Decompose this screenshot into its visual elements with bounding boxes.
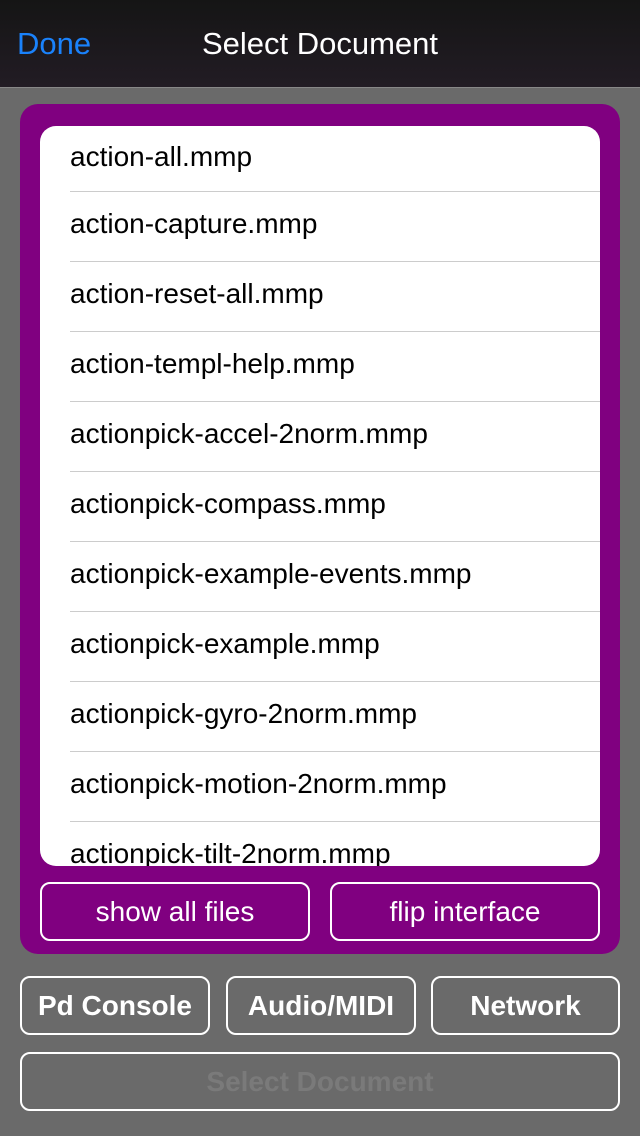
file-name: actionpick-gyro-2norm.mmp [70,698,417,729]
file-name: action-all.mmp [70,141,253,172]
file-name: actionpick-tilt-2norm.mmp [70,838,391,866]
list-item[interactable]: actionpick-tilt-2norm.mmp [40,822,600,866]
page-title: Select Document [201,26,439,61]
list-item[interactable]: actionpick-compass.mmp [40,472,600,542]
list-item[interactable]: actionpick-example-events.mmp [40,542,600,612]
file-list[interactable]: action-all.mmp action-capture.mmp action… [40,126,600,866]
show-all-files-button[interactable]: show all files [40,882,310,941]
list-item[interactable]: action-all.mmp [40,126,600,192]
list-item[interactable]: actionpick-example.mmp [40,612,600,682]
audio-midi-button[interactable]: Audio/MIDI [226,976,416,1035]
file-name: action-capture.mmp [70,208,318,239]
list-item[interactable]: actionpick-motion-2norm.mmp [40,752,600,822]
select-document-button[interactable]: Select Document [20,1052,620,1111]
file-name: actionpick-example-events.mmp [70,558,472,589]
flip-interface-button[interactable]: flip interface [330,882,600,941]
file-name: action-reset-all.mmp [70,278,324,309]
file-name: actionpick-example.mmp [70,628,380,659]
file-name: action-templ-help.mmp [70,348,355,379]
list-item[interactable]: action-templ-help.mmp [40,332,600,402]
pd-console-button[interactable]: Pd Console [20,976,210,1035]
document-panel: action-all.mmp action-capture.mmp action… [20,104,620,954]
list-item[interactable]: actionpick-accel-2norm.mmp [40,402,600,472]
list-item[interactable]: action-capture.mmp [40,192,600,262]
file-name: actionpick-motion-2norm.mmp [70,768,447,799]
file-name: actionpick-compass.mmp [70,488,386,519]
network-button[interactable]: Network [431,976,620,1035]
file-name: actionpick-accel-2norm.mmp [70,418,428,449]
list-item[interactable]: action-reset-all.mmp [40,262,600,332]
navigation-bar: Done Select Document [0,0,640,88]
list-item[interactable]: actionpick-gyro-2norm.mmp [40,682,600,752]
